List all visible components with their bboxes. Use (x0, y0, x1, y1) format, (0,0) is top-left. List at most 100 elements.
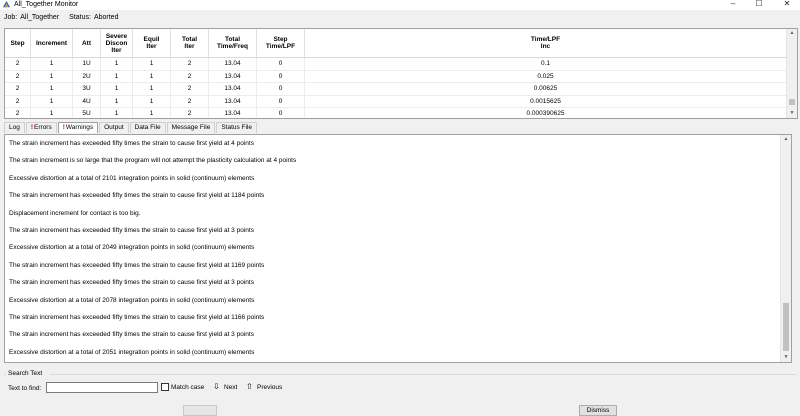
column-header[interactable]: Equil Iter (133, 29, 171, 57)
tab-label: Status File (221, 124, 253, 131)
table-cell: 1 (133, 95, 171, 107)
table-row[interactable]: 2 1 4U 1 1 2 13.04 0 0.0015625 (5, 95, 787, 108)
table-cell: 1 (133, 83, 171, 95)
table-cell: 0 (257, 58, 305, 70)
log-line: The strain increment has exceeded fifty … (9, 314, 265, 321)
table-cell: 4U (73, 95, 101, 107)
dismiss-button[interactable]: Dismiss (579, 405, 617, 416)
log-scrollbar[interactable]: ▲ ▼ (780, 135, 791, 362)
log-line: Displacement increment for contact is to… (9, 209, 141, 217)
log-line: The strain increment has exceeded fifty … (9, 192, 265, 200)
job-name: All_Together (20, 14, 60, 21)
table-cell: 1 (133, 108, 171, 118)
table-cell: 5U (73, 108, 101, 118)
table-cell: 2 (171, 95, 209, 107)
column-header[interactable]: Step (5, 29, 31, 57)
table-cell: 0 (257, 108, 305, 118)
table-cell: 2 (171, 70, 209, 82)
minimize-button[interactable]: – (726, 0, 740, 9)
column-header[interactable]: Total Iter (171, 29, 209, 57)
log-line: Excessive distortion at a total of 2101 … (9, 174, 255, 182)
tab-errors[interactable]: !Errors (25, 122, 57, 133)
previous-button[interactable]: Previous (257, 383, 282, 392)
table-cell: 2 (171, 58, 209, 70)
table-cell: 1 (101, 58, 133, 70)
scroll-up-icon[interactable]: ▲ (787, 29, 797, 38)
table-cell: 1 (101, 70, 133, 82)
table-cell: 1 (133, 58, 171, 70)
log-line: Excessive distortion at a total of 2051 … (9, 348, 255, 356)
table-cell: 13.04 (209, 95, 257, 107)
log-scroll-up-icon[interactable]: ▲ (781, 135, 791, 144)
table-cell: 1 (31, 108, 73, 118)
output-tabs: Log !Errors !Warnings Output Data File Messag… (4, 122, 258, 133)
next-arrow-icon[interactable]: ⇩ (213, 382, 221, 392)
table-row[interactable]: 2 1 5U 1 1 2 13.04 0 0.000390625 (5, 108, 787, 118)
title-bar: All_Together Monitor – ☐ ✕ (0, 0, 800, 10)
table-cell: 2 (171, 83, 209, 95)
table-header: Step Increment Att Severe Discon Iter Equil … (5, 29, 787, 58)
table-cell: 0 (257, 70, 305, 82)
column-header[interactable]: Total Time/Freq (209, 29, 257, 57)
table-row[interactable]: 2 1 2U 1 1 2 13.04 0 0.025 (5, 70, 787, 83)
tab-output[interactable]: Output (99, 122, 129, 133)
match-case-checkbox[interactable] (161, 383, 169, 391)
log-line: The strain increment has exceeded fifty … (9, 331, 254, 339)
warnings-log: ▲ ▼ The strain increment has exceeded fi… (4, 134, 792, 363)
tab-warnings[interactable]: !Warnings (57, 122, 99, 133)
column-header[interactable]: Increment (31, 29, 73, 57)
find-input[interactable] (46, 382, 158, 393)
table-cell: 0.00625 (305, 83, 787, 95)
table-scroll-thumb[interactable] (789, 99, 795, 105)
column-header[interactable]: Severe Discon Iter (101, 29, 133, 57)
table-cell: 2U (73, 70, 101, 82)
search-text-group: Search Text Text to find: Match case ⇩ N… (4, 370, 796, 398)
column-header[interactable]: Step Time/LPF (257, 29, 305, 57)
table-body: 2 1 1U 1 1 2 13.04 0 0.1 2 1 2U 1 1 2 13.04 0 0.025 2 1 3U 1 1… (5, 58, 787, 118)
table-cell: 1 (31, 70, 73, 82)
job-label: Job: (4, 14, 18, 21)
log-line: The strain increment has exceeded fifty … (9, 140, 254, 147)
log-scroll-down-icon[interactable]: ▼ (781, 353, 791, 362)
table-row[interactable]: 2 1 1U 1 1 2 13.04 0 0.1 (5, 58, 787, 71)
column-header[interactable]: Time/LPF Inc (305, 29, 787, 57)
tab-label: Log (9, 124, 20, 131)
log-line: The strain increment has exceeded fifty … (9, 227, 254, 234)
log-scroll-thumb[interactable] (783, 303, 789, 351)
log-line: The strain increment has exceeded fifty … (9, 261, 265, 269)
next-button[interactable]: Next (224, 383, 237, 392)
status-label: Status: (69, 14, 91, 21)
tab-label: Message File (171, 124, 211, 131)
search-group-label: Search Text (8, 370, 43, 377)
table-cell: 13.04 (209, 70, 257, 82)
disabled-button (183, 405, 217, 416)
tab-message-file[interactable]: Message File (166, 122, 216, 133)
log-line: The strain increment has exceeded fifty … (9, 279, 254, 287)
maximize-button[interactable]: ☐ (752, 0, 766, 9)
tab-label: Warnings (65, 124, 94, 131)
table-cell: 1 (31, 83, 73, 95)
table-cell: 2 (171, 108, 209, 118)
table-cell: 0.0015625 (305, 95, 787, 107)
table-row[interactable]: 2 1 3U 1 1 2 13.04 0 0.00625 (5, 83, 787, 96)
job-status-bar: Job: All_Together Status: Aborted (4, 13, 121, 23)
increment-table: Step Increment Att Severe Discon Iter Equil … (4, 28, 798, 119)
table-cell: 2 (5, 108, 31, 118)
match-case-label[interactable]: Match case (171, 383, 204, 392)
tab-status-file[interactable]: Status File (216, 122, 258, 133)
table-cell: 1 (31, 95, 73, 107)
table-cell: 1 (101, 108, 133, 118)
table-cell: 0 (257, 83, 305, 95)
table-scrollbar[interactable]: ▲ ▼ (786, 29, 797, 118)
search-group-divider (4, 374, 796, 375)
previous-arrow-icon[interactable]: ⇧ (246, 382, 254, 392)
table-cell: 2 (5, 95, 31, 107)
column-header[interactable]: Att (73, 29, 101, 57)
table-cell: 0.025 (305, 70, 787, 82)
close-button[interactable]: ✕ (780, 0, 794, 9)
tab-data-file[interactable]: Data File (129, 122, 166, 133)
tab-log[interactable]: Log (4, 122, 25, 133)
table-cell: 1 (101, 83, 133, 95)
scroll-down-icon[interactable]: ▼ (787, 109, 797, 118)
table-cell: 13.04 (209, 83, 257, 95)
